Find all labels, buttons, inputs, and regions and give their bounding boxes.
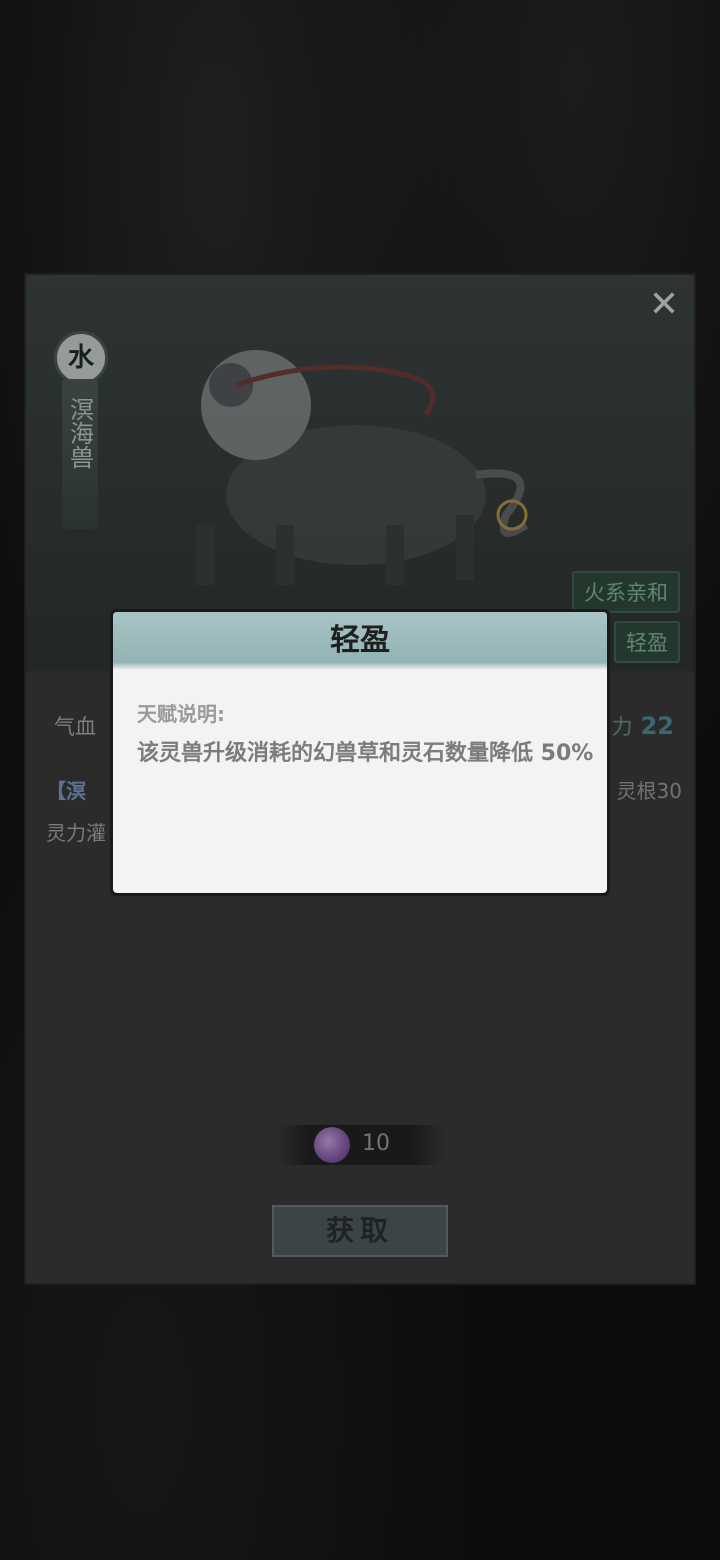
talent-label: 天赋说明:	[137, 702, 225, 726]
talent-description: 该灵兽升级消耗的幻兽草和灵石数量降低 50%	[137, 741, 594, 766]
talent-modal: 轻盈 天赋说明: 该灵兽升级消耗的幻兽草和灵石数量降低 50%	[110, 609, 610, 896]
talent-title: 轻盈	[330, 623, 390, 658]
talent-modal-header: 轻盈	[113, 612, 607, 670]
talent-modal-body: 轻盈 天赋说明: 该灵兽升级消耗的幻兽草和灵石数量降低 50%	[113, 612, 607, 893]
